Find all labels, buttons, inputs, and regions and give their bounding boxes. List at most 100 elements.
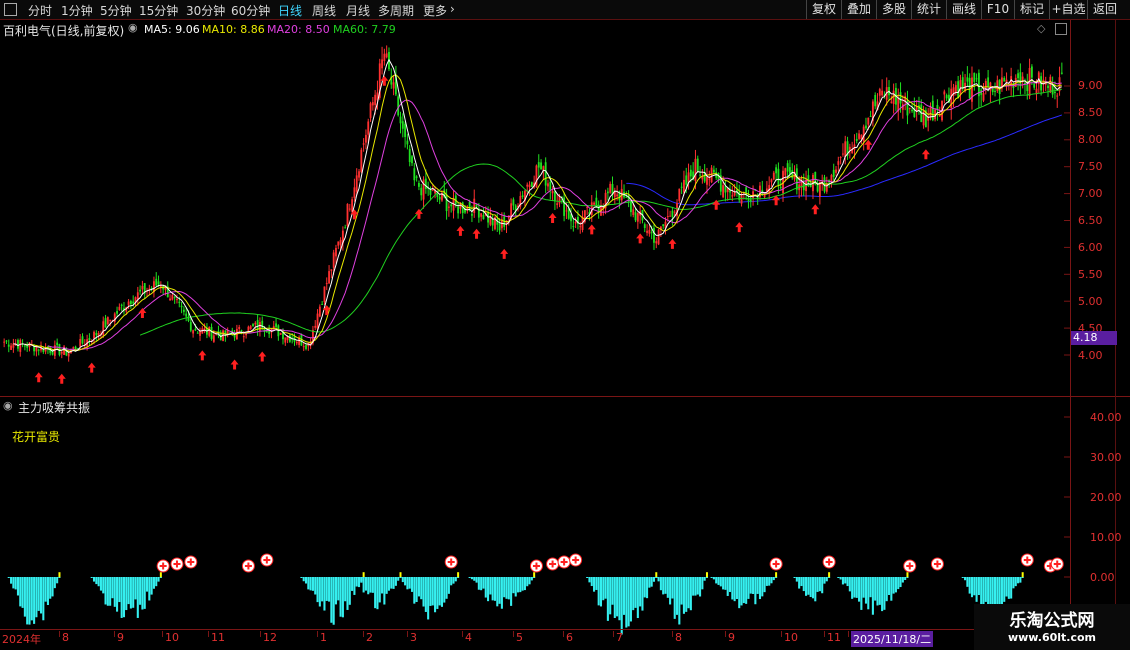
indicator-bar [309, 577, 312, 591]
watermark-logo: 乐淘公式网 www.60lt.com [974, 604, 1130, 650]
date-tick-mark [260, 631, 261, 637]
indicator-bar [627, 577, 630, 627]
indicator-bar [968, 577, 971, 594]
candle-body [1026, 84, 1029, 92]
candle-body [521, 195, 524, 197]
candle-body [37, 349, 40, 351]
indicator-bar [136, 577, 139, 618]
candle-body [358, 171, 360, 178]
candle-body [189, 322, 192, 331]
indicator-bar [374, 577, 377, 609]
indicator-settings-icon[interactable]: ◉ [3, 399, 13, 412]
candle-body [832, 169, 835, 178]
indicator-bar [622, 577, 626, 615]
indicator-bar [860, 577, 863, 610]
indicator-bar [694, 577, 697, 596]
indicator-bar [772, 577, 775, 581]
candle-body [830, 175, 833, 182]
date-tick-mark [613, 631, 614, 637]
candle-body [362, 143, 365, 145]
indicator-bar [703, 577, 706, 581]
indicator-bar [443, 577, 446, 603]
indicator-bar [689, 577, 692, 611]
indicator-bar [666, 577, 669, 598]
indicator-bar [800, 577, 803, 587]
candle-body [252, 324, 254, 326]
date-tick-mark [317, 631, 318, 637]
date-tick-mark [114, 631, 115, 637]
candle-body [385, 53, 388, 58]
indicator-bar [636, 577, 639, 619]
candle-body [646, 230, 648, 233]
candle-body [420, 187, 423, 196]
price-tick: 8.50 [1078, 106, 1103, 119]
indicator-bar [632, 577, 635, 611]
indicator-bar [841, 577, 844, 585]
indicator-bar [606, 577, 609, 621]
indicator-signal-tick [362, 572, 365, 578]
indicator-bar [754, 577, 757, 605]
indicator-bar [482, 577, 485, 589]
indicator-bar [528, 577, 531, 585]
candle-body [1003, 77, 1006, 82]
indicator-bar [715, 577, 718, 584]
candle-body [865, 125, 867, 129]
candle-body [436, 193, 439, 198]
panel-toggle-icon[interactable] [1055, 23, 1067, 35]
indicator-bar [19, 577, 22, 607]
candle-body [284, 337, 287, 343]
indicator-bar [1003, 577, 1006, 602]
candle-body [994, 90, 996, 92]
candle-body [194, 328, 197, 331]
indicator-bar [664, 577, 667, 594]
indicator-bar [118, 577, 121, 603]
indicator-bar [39, 577, 43, 614]
indicator-bar [429, 577, 432, 606]
candle-body [102, 321, 105, 336]
ma-settings-icon[interactable]: ◉ [128, 21, 138, 34]
indicator-bar [438, 577, 441, 606]
indicator-bar [756, 577, 759, 594]
indicator-bar [125, 577, 128, 611]
indicator-bar [1007, 577, 1010, 599]
indicator-bar [675, 577, 679, 615]
candle-body [136, 292, 139, 299]
indicator-bar [805, 577, 808, 596]
indicator-bar [44, 577, 47, 602]
candle-body [431, 189, 434, 191]
candle-body [95, 332, 98, 336]
candle-body [874, 94, 877, 107]
indicator-bar [152, 577, 155, 589]
indicator-bar [1010, 577, 1013, 599]
price-tick: 7.00 [1078, 187, 1103, 200]
candle-body [1047, 85, 1049, 89]
indicator-bar [876, 577, 879, 606]
indicator-bar [961, 577, 964, 578]
indicator-bar [487, 577, 490, 602]
indicator-bar [56, 577, 59, 584]
indicator-bar [634, 577, 637, 608]
candle-body [355, 175, 358, 192]
indicator-bar [337, 577, 340, 601]
diamond-icon[interactable]: ◇ [1037, 22, 1045, 35]
indicator-bar [371, 577, 374, 593]
candle-body [337, 241, 340, 246]
candle-body [973, 72, 976, 82]
indicator-bar [113, 577, 116, 607]
indicator-bar [454, 577, 457, 582]
indicator-bar [346, 577, 349, 610]
candle-body [606, 191, 609, 194]
candle-body [636, 212, 639, 222]
indicator-bar [618, 577, 621, 621]
indicator-bar [867, 577, 870, 610]
candle-body [381, 59, 383, 69]
indicator-bar [611, 577, 614, 605]
candle-body [814, 171, 817, 183]
indicator-bar [120, 577, 123, 618]
date-tick-mark [462, 631, 463, 637]
indicator-bar [353, 577, 356, 595]
candle-body [321, 303, 324, 305]
ma10-label: MA10: 8.86 [202, 23, 265, 36]
kline-chart[interactable] [0, 0, 1130, 650]
indicator-bar [122, 577, 126, 618]
